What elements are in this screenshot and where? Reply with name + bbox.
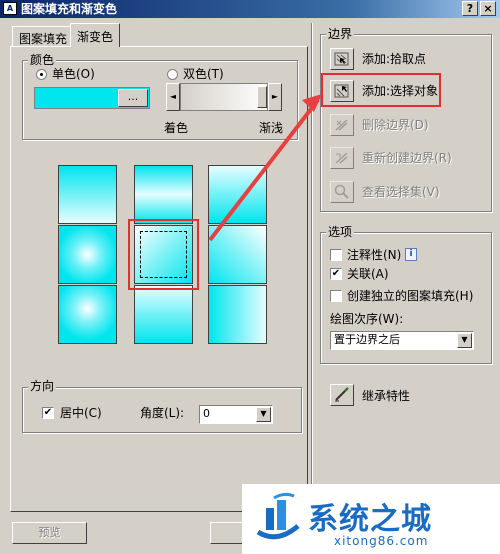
preview-button-label: 预览	[38, 526, 61, 539]
preview-button[interactable]: 预览	[12, 522, 87, 544]
annotation-arrow-overlay	[208, 94, 322, 242]
watermark-title: 系统之城	[308, 502, 432, 537]
arrow-head-icon	[302, 94, 322, 112]
ok-button[interactable]	[210, 522, 244, 544]
watermark-subtitle: xitong86.com	[334, 534, 429, 548]
watermark-logo-icon	[256, 492, 300, 540]
tab-gradient[interactable]: 渐变色	[70, 23, 121, 47]
watermark-panel: 系统之城 xitong86.com	[242, 484, 500, 554]
